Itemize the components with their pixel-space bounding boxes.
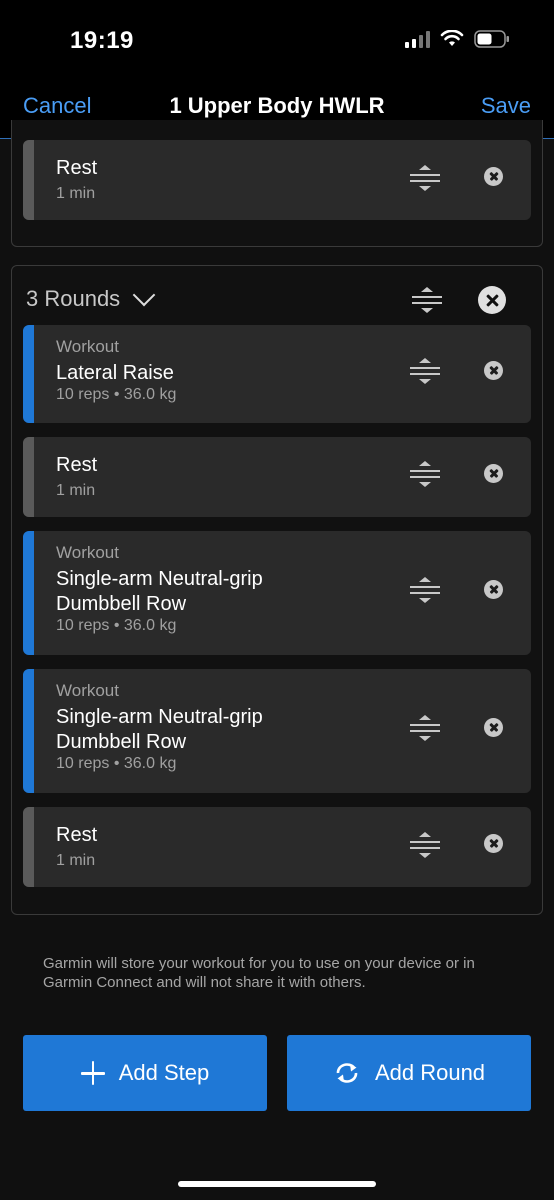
top-bar: 19:19 Cancel 1 Upper Body HWLR Save xyxy=(0,0,554,139)
step-type: Workout xyxy=(56,543,119,562)
workout-editor-screen: 19:19 Cancel 1 Upper Body HWLR Save Rest xyxy=(0,0,554,1200)
step-name: Rest xyxy=(56,157,98,179)
step-detail: 10 reps • 36.0 kg xyxy=(56,386,177,403)
status-icons xyxy=(405,30,510,48)
step-detail: 1 min xyxy=(56,185,96,202)
remove-step-icon[interactable] xyxy=(484,167,503,186)
remove-round-icon[interactable] xyxy=(478,286,506,314)
step-name: Rest xyxy=(56,454,98,476)
cellular-signal-icon xyxy=(405,30,430,48)
round-count-label: 3 Rounds xyxy=(26,286,121,311)
round-reorder-handle-icon[interactable] xyxy=(412,287,442,313)
reorder-handle-icon[interactable] xyxy=(410,715,440,741)
step-name-line1: Single-arm Neutral-grip xyxy=(56,568,263,590)
reorder-handle-icon[interactable] xyxy=(410,165,440,191)
workout-indicator-bar xyxy=(23,531,34,655)
step-type: Workout xyxy=(56,337,119,356)
home-indicator[interactable] xyxy=(178,1181,376,1187)
wifi-icon xyxy=(440,30,464,46)
reorder-handle-icon[interactable] xyxy=(410,358,440,384)
step-card-workout[interactable]: Workout Lateral Raise 10 reps • 36.0 kg xyxy=(23,325,531,423)
step-name-line1: Single-arm Neutral-grip xyxy=(56,706,263,728)
privacy-note: Garmin will store your workout for you t… xyxy=(43,955,475,991)
remove-step-icon[interactable] xyxy=(484,361,503,380)
remove-step-icon[interactable] xyxy=(484,718,503,737)
chevron-down-icon[interactable] xyxy=(132,283,156,307)
reorder-handle-icon[interactable] xyxy=(410,577,440,603)
cancel-button[interactable]: Cancel xyxy=(23,93,91,119)
remove-step-icon[interactable] xyxy=(484,464,503,483)
repeat-icon xyxy=(336,1063,358,1083)
rest-indicator-bar xyxy=(23,437,34,517)
remove-step-icon[interactable] xyxy=(484,834,503,853)
add-step-button[interactable]: Add Step xyxy=(23,1035,267,1111)
add-step-label: Add Step xyxy=(118,1060,210,1085)
reorder-handle-icon[interactable] xyxy=(410,832,440,858)
workout-indicator-bar xyxy=(23,669,34,793)
remove-step-icon[interactable] xyxy=(484,580,503,599)
round-header[interactable]: 3 Rounds xyxy=(26,283,156,312)
step-detail: 1 min xyxy=(56,852,96,869)
save-button[interactable]: Save xyxy=(481,93,531,119)
reorder-handle-icon[interactable] xyxy=(410,461,440,487)
step-card-rest[interactable]: Rest 1 min xyxy=(23,140,531,220)
step-detail: 10 reps • 36.0 kg xyxy=(56,617,177,634)
step-name: Lateral Raise xyxy=(56,362,174,384)
step-card-rest[interactable]: Rest 1 min xyxy=(23,437,531,517)
rest-indicator-bar xyxy=(23,807,34,887)
workout-indicator-bar xyxy=(23,325,34,423)
plus-icon xyxy=(80,1061,105,1085)
step-detail: 10 reps • 36.0 kg xyxy=(56,755,177,772)
step-card-workout[interactable]: Workout Single-arm Neutral-grip Dumbbell… xyxy=(23,531,531,655)
battery-icon xyxy=(474,30,509,48)
rest-indicator-bar xyxy=(23,140,34,220)
step-detail: 1 min xyxy=(56,482,96,499)
step-card-workout[interactable]: Workout Single-arm Neutral-grip Dumbbell… xyxy=(23,669,531,793)
step-name-line2: Dumbbell Row xyxy=(56,731,187,753)
add-round-button[interactable]: Add Round xyxy=(287,1035,531,1111)
step-name: Rest xyxy=(56,824,98,846)
status-time: 19:19 xyxy=(70,27,134,54)
step-name-line2: Dumbbell Row xyxy=(56,593,187,615)
add-round-label: Add Round xyxy=(374,1060,486,1085)
step-card-rest[interactable]: Rest 1 min xyxy=(23,807,531,887)
step-type: Workout xyxy=(56,681,119,700)
